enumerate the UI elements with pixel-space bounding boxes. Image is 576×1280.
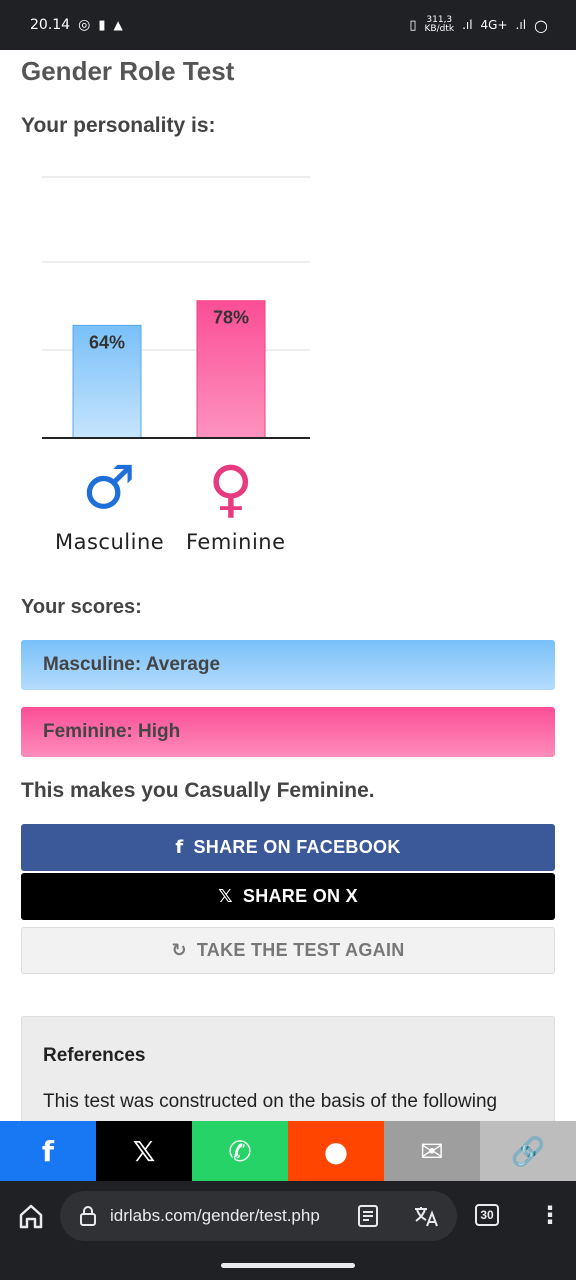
email-share-button[interactable]: ✉	[384, 1121, 480, 1181]
vibrate-icon: ▯	[409, 17, 417, 33]
reader-mode-icon[interactable]	[356, 1204, 380, 1228]
feminine-label: Feminine	[186, 530, 286, 554]
link-icon: 🔗	[510, 1134, 546, 1168]
reddit-icon: ●	[323, 1134, 349, 1168]
home-icon[interactable]	[16, 1201, 46, 1231]
status-bar: 20.14 ◎ ▮ ▲ ▯ 311,3 KB/dtk .ıl 4G+ .ıl ○	[0, 0, 576, 50]
signal-icon: .ıl	[462, 18, 473, 32]
share-x-button[interactable]: 𝕏 SHARE ON X	[21, 873, 555, 920]
facebook-icon: f	[175, 837, 184, 858]
page-title: Gender Role Test	[21, 56, 235, 86]
email-icon: ✉	[420, 1134, 444, 1168]
status-time: 20.14	[30, 17, 71, 33]
references-text: This test was constructed on the basis o…	[43, 1091, 498, 1112]
masculine-score-text: Masculine: Average	[43, 654, 221, 675]
translate-icon[interactable]	[413, 1204, 441, 1228]
x-icon: 𝕏	[218, 886, 233, 907]
share-facebook-button[interactable]: f SHARE ON FACEBOOK	[21, 824, 555, 871]
result-verdict: This makes you Casually Feminine.	[21, 779, 375, 802]
whatsapp-notification-icon: ◎	[78, 17, 91, 33]
male-symbol-icon: ♂	[82, 453, 136, 523]
alert-notification-icon: ▲	[113, 18, 123, 32]
refresh-icon: ↻	[171, 940, 187, 961]
masculine-score-bar: Masculine: Average	[21, 640, 555, 690]
network-speed-unit: KB/dtk	[424, 24, 455, 34]
link-share-button[interactable]: 🔗	[480, 1121, 576, 1181]
facebook-icon: f	[41, 1134, 55, 1168]
reddit-share-button[interactable]: ●	[288, 1121, 384, 1181]
score-chart: 64% 78%	[42, 176, 310, 439]
masculine-label: Masculine	[55, 530, 165, 554]
whatsapp-icon: ✆	[228, 1134, 252, 1168]
take-test-again-button[interactable]: ↻ TAKE THE TEST AGAIN	[21, 927, 555, 974]
x-share-button[interactable]: 𝕏	[96, 1121, 192, 1181]
scores-heading: Your scores:	[21, 596, 142, 618]
file-notification-icon: ▮	[98, 17, 106, 33]
page-content[interactable]: Gender Role Test Your personality is: 64…	[0, 50, 576, 1121]
share-x-label: SHARE ON X	[242, 886, 358, 906]
data-label-feminine: 78%	[213, 308, 249, 328]
references-box: References This test was constructed on …	[21, 1016, 555, 1121]
result-subtitle: Your personality is:	[21, 114, 216, 137]
take-test-again-label: TAKE THE TEST AGAIN	[196, 940, 405, 960]
female-symbol-icon: ♀	[208, 452, 254, 525]
url-text: idrlabs.com/gender/test.php	[110, 1206, 320, 1225]
signal-icon-2: .ıl	[515, 18, 527, 32]
gesture-bar[interactable]	[221, 1263, 355, 1268]
network-speed: 311,3 KB/dtk	[425, 16, 455, 34]
url-bar[interactable]: idrlabs.com/gender/test.php	[60, 1191, 457, 1241]
feminine-score-text: Feminine: High	[43, 721, 181, 742]
battery-icon: ○	[534, 15, 548, 35]
share-facebook-label: SHARE ON FACEBOOK	[193, 837, 401, 857]
share-bar: f 𝕏 ✆ ● ✉ 🔗	[0, 1121, 576, 1181]
whatsapp-share-button[interactable]: ✆	[192, 1121, 288, 1181]
facebook-share-button[interactable]: f	[0, 1121, 96, 1181]
data-label-masculine: 64%	[89, 332, 125, 352]
tabs-count-button[interactable]: 30	[475, 1204, 499, 1226]
more-menu-icon[interactable]: ⋮	[538, 1201, 562, 1229]
lock-icon	[80, 1206, 96, 1226]
x-icon: 𝕏	[132, 1134, 156, 1168]
references-title: References	[43, 1045, 146, 1066]
network-type: 4G+	[480, 18, 508, 32]
feminine-score-bar: Feminine: High	[21, 707, 555, 757]
